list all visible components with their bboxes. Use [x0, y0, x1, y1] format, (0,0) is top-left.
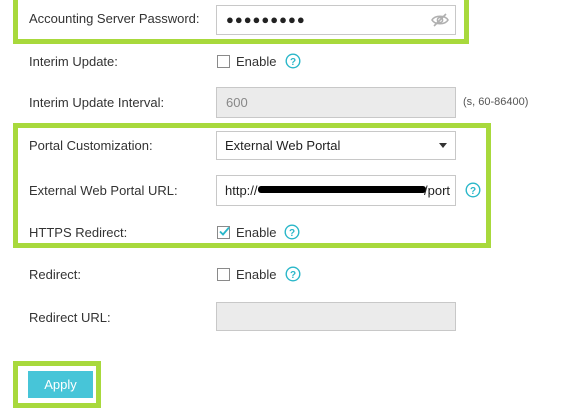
svg-text:?: ? — [290, 57, 296, 68]
apply-button[interactable]: Apply — [28, 371, 93, 398]
external-web-portal-url-label: External Web Portal URL: — [29, 183, 178, 198]
redirect-url-label: Redirect URL: — [29, 310, 111, 325]
redirect-help-icon[interactable]: ? — [285, 266, 301, 282]
interim-update-help-icon[interactable]: ? — [285, 53, 301, 69]
redirect-checkbox[interactable] — [217, 268, 230, 281]
redirect-enable-label: Enable — [236, 267, 277, 282]
external-web-portal-url-help-icon[interactable]: ? — [465, 182, 481, 198]
checkmark-icon — [219, 226, 230, 236]
eye-slash-icon[interactable] — [431, 13, 449, 27]
https-redirect-enable-label: Enable — [236, 225, 277, 240]
interim-update-interval-hint: (s, 60-86400) — [463, 96, 529, 108]
https-redirect-help-icon[interactable]: ? — [284, 224, 300, 240]
interim-update-interval-value: 600 — [226, 95, 248, 110]
portal-customization-label: Portal Customization: — [29, 138, 153, 153]
https-redirect-label: HTTPS Redirect: — [29, 225, 128, 240]
interim-update-interval-field[interactable]: 600 — [216, 87, 456, 118]
apply-button-label: Apply — [44, 377, 77, 392]
interim-update-label: Interim Update: — [29, 54, 118, 69]
svg-text:?: ? — [289, 228, 295, 239]
svg-text:?: ? — [290, 270, 296, 281]
chevron-down-icon — [439, 143, 447, 148]
redirect-label: Redirect: — [29, 267, 82, 282]
accounting-password-field[interactable]: ●●●●●●●●● — [216, 5, 456, 35]
interim-update-interval-label: Interim Update Interval: — [29, 95, 165, 110]
svg-text:?: ? — [470, 186, 476, 197]
external-web-portal-url-redaction — [258, 186, 426, 193]
external-web-portal-url-suffix: /port — [424, 183, 451, 198]
interim-update-checkbox[interactable] — [217, 55, 230, 68]
external-web-portal-url-prefix: http:// — [225, 183, 258, 198]
portal-customization-select[interactable]: External Web Portal — [216, 131, 456, 160]
redirect-url-field[interactable] — [216, 302, 456, 331]
https-redirect-checkbox[interactable] — [217, 226, 230, 239]
portal-customization-value: External Web Portal — [225, 138, 341, 153]
accounting-password-label: Accounting Server Password: — [29, 11, 200, 26]
interim-update-enable-label: Enable — [236, 54, 277, 69]
accounting-password-value: ●●●●●●●●● — [226, 12, 306, 27]
external-web-portal-url-field[interactable]: http:// /port — [216, 175, 456, 206]
